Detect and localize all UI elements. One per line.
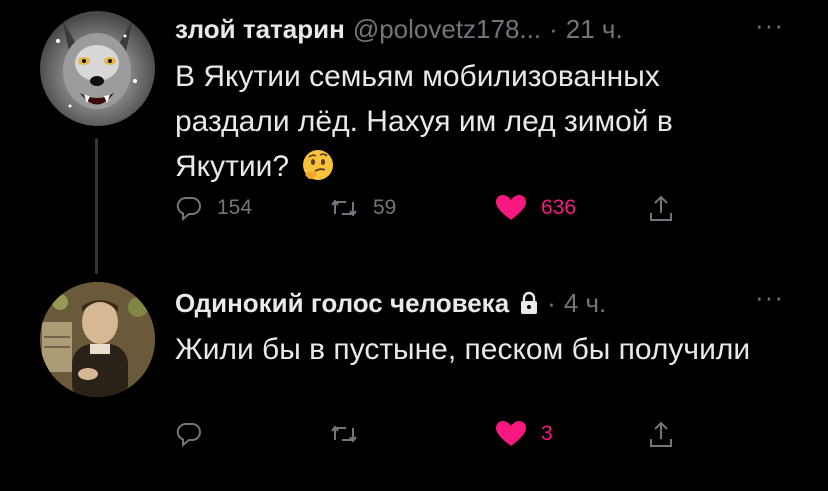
separator-dot: · xyxy=(549,13,558,44)
author-name[interactable]: Одинокий голос человека xyxy=(175,288,509,319)
share-button[interactable] xyxy=(647,194,675,224)
tweet-1[interactable]: злой татарин @polovetz178... · 21 ч. ···… xyxy=(0,0,828,274)
like-count: 636 xyxy=(541,196,577,219)
tweet-text: В Якутии семьям мобилизованных раздали л… xyxy=(175,54,775,195)
share-icon xyxy=(647,194,675,224)
wolf-avatar[interactable] xyxy=(40,11,155,126)
tweet-actions: 154 59 636 xyxy=(175,194,695,228)
tweet-text-content: В Якутии семьям мобилизованных раздали л… xyxy=(175,60,673,183)
tweet-header: Одинокий голос человека · 4 ч. xyxy=(175,286,606,320)
tweet-2[interactable]: Одинокий голос человека · 4 ч. ··· Жили … xyxy=(0,272,828,491)
author-name[interactable]: злой татарин xyxy=(175,14,345,45)
like-count: 3 xyxy=(541,422,553,445)
timestamp[interactable]: 21 ч. xyxy=(566,14,623,45)
thinking-face-icon xyxy=(301,148,335,195)
heart-filled-icon xyxy=(495,194,527,222)
reply-button[interactable] xyxy=(175,420,203,448)
share-button[interactable] xyxy=(647,420,675,450)
reply-count: 154 xyxy=(217,196,253,219)
reply-icon xyxy=(175,420,203,448)
retweet-count: 59 xyxy=(373,196,397,219)
share-icon xyxy=(647,420,675,450)
tweet-header: злой татарин @polovetz178... · 21 ч. xyxy=(175,12,623,46)
like-button[interactable]: 3 xyxy=(495,420,553,448)
heart-filled-icon xyxy=(495,420,527,448)
reply-icon xyxy=(175,194,203,222)
retweet-icon xyxy=(329,194,359,222)
like-button[interactable]: 636 xyxy=(495,194,576,222)
author-handle[interactable]: @polovetz178... xyxy=(353,14,541,45)
timestamp[interactable]: 4 ч. xyxy=(564,288,606,319)
thread-line xyxy=(95,138,98,274)
more-options-icon[interactable]: ··· xyxy=(755,10,784,41)
retweet-button[interactable]: 59 xyxy=(329,194,396,222)
retweet-icon xyxy=(329,420,359,448)
tweet-text: Жили бы в пустыне, песком бы получили xyxy=(175,333,751,366)
retweet-button[interactable] xyxy=(329,420,359,448)
reply-button[interactable]: 154 xyxy=(175,194,252,222)
more-options-icon[interactable]: ··· xyxy=(755,282,784,313)
tweet-actions: 3 xyxy=(175,420,695,454)
monk-portrait-avatar[interactable] xyxy=(40,282,155,397)
lock-icon xyxy=(519,291,539,315)
separator-dot: · xyxy=(547,287,556,318)
